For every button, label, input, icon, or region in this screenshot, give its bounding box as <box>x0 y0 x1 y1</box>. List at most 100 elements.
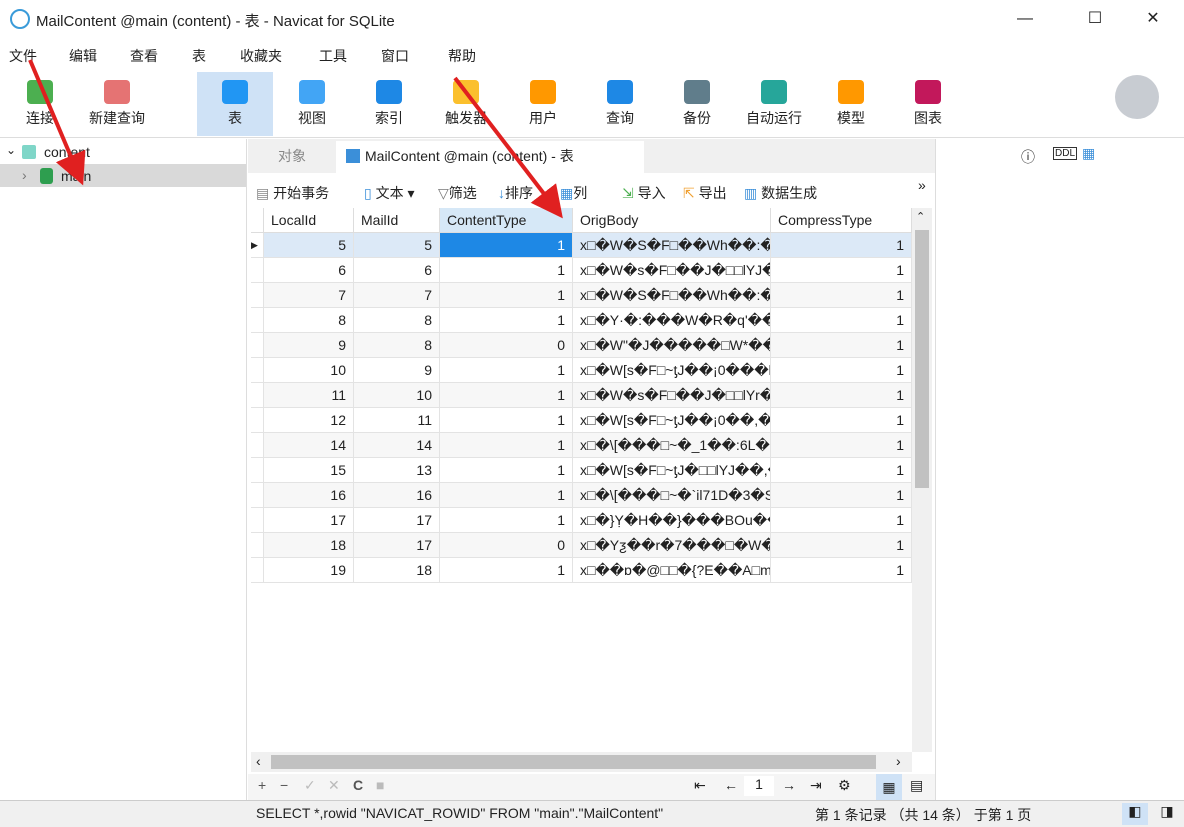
cell-localid[interactable]: 9 <box>264 333 354 358</box>
cell-origbody[interactable]: x□�\[���□~�`il71D�3�S�� <box>573 483 771 508</box>
prev-page-icon[interactable]: ← <box>724 777 738 793</box>
cell-compresstype[interactable]: 1 <box>771 408 912 433</box>
cell-compresstype[interactable]: 1 <box>771 308 912 333</box>
cell-contenttype[interactable]: 0 <box>440 333 573 358</box>
cell-origbody[interactable]: x□�W[s�F□~ƫJ��¡0���lJy <box>573 358 771 383</box>
vertical-scrollbar[interactable]: ⌃ <box>912 208 932 752</box>
toolbar-chart-button[interactable]: 图表 <box>890 72 966 136</box>
cell-mailid[interactable]: 8 <box>354 333 440 358</box>
cell-localid[interactable]: 6 <box>264 258 354 283</box>
row-indicator[interactable] <box>251 408 264 433</box>
row-indicator[interactable] <box>251 258 264 283</box>
cell-compresstype[interactable]: 1 <box>771 483 912 508</box>
cell-origbody[interactable]: x□�W�s�F□��J�□□lYr�□Y <box>573 383 771 408</box>
stop-button[interactable]: ■ <box>376 777 384 793</box>
scroll-right-icon[interactable]: › <box>896 753 901 769</box>
grid-view-icon[interactable]: ▦ <box>876 774 902 800</box>
form-view-icon[interactable]: ▤ <box>910 777 923 794</box>
column-header-localid[interactable]: LocalId <box>264 208 354 233</box>
row-indicator[interactable] <box>251 508 264 533</box>
toggle-left-pane-icon[interactable]: ◧ <box>1122 803 1148 825</box>
cell-localid[interactable]: 8 <box>264 308 354 333</box>
cell-compresstype[interactable]: 1 <box>771 458 912 483</box>
cell-mailid[interactable]: 17 <box>354 508 440 533</box>
menu-favorites[interactable]: 收藏夹 <box>240 46 282 66</box>
cell-compresstype[interactable]: 1 <box>771 358 912 383</box>
cell-localid[interactable]: 10 <box>264 358 354 383</box>
table-row[interactable]: 17171x□�}Ỵ�H��}���BOu���D�1 <box>251 508 912 533</box>
row-indicator[interactable] <box>251 533 264 558</box>
cell-contenttype[interactable]: 1 <box>440 358 573 383</box>
table-row[interactable]: ▶551x□�W�S�F□��Wh��:�Ė%�1 <box>251 233 912 258</box>
page-number-input[interactable]: 1 <box>744 776 774 796</box>
filter-button[interactable]: ▽筛选 <box>438 183 477 203</box>
cell-compresstype[interactable]: 1 <box>771 508 912 533</box>
cell-mailid[interactable]: 8 <box>354 308 440 333</box>
cell-mailid[interactable]: 5 <box>354 233 440 258</box>
table-row[interactable]: 11 10 1 x□�W�s�F□��J�□□lYr�□Y 1 <box>251 383 912 408</box>
refresh-button[interactable]: C <box>353 777 363 793</box>
row-indicator[interactable] <box>251 433 264 458</box>
toolbar-user-button[interactable]: 用户 <box>505 72 581 136</box>
cell-compresstype[interactable]: 1 <box>771 383 912 408</box>
tab-objects[interactable]: 对象 <box>268 141 316 173</box>
cell-localid[interactable]: 19 <box>264 558 354 583</box>
row-indicator[interactable] <box>251 308 264 333</box>
cell-origbody[interactable]: x□�W[s�F□~ƫJ��¡0��,�R� <box>573 408 771 433</box>
menu-view[interactable]: 查看 <box>130 46 158 66</box>
table-row[interactable]: 16161x□�\[���□~�`il71D�3�S��1 <box>251 483 912 508</box>
cell-contenttype[interactable]: 1 <box>440 408 573 433</box>
cell-contenttype[interactable]: 1 <box>440 433 573 458</box>
cell-origbody[interactable]: x□�W�s�F□��J�□□lYJ�8�l <box>573 258 771 283</box>
hscroll-thumb[interactable] <box>271 755 876 769</box>
table-row[interactable]: 980x□�W"�J�����□W*��J�L�1 <box>251 333 912 358</box>
begin-transaction-button[interactable]: ▤ 开始事务 <box>256 183 329 203</box>
tree-connection[interactable]: ⌄ content <box>0 141 246 163</box>
cell-origbody[interactable]: x□�}Ỵ�H��}���BOu���D� <box>573 508 771 533</box>
column-header-origbody[interactable]: OrigBody <box>573 208 771 233</box>
scroll-left-icon[interactable]: ‹ <box>256 753 261 769</box>
cell-contenttype[interactable]: 0 <box>440 533 573 558</box>
ddl-icon[interactable]: DDL <box>1053 147 1078 160</box>
cell-origbody[interactable]: x□�W�S�F□��Wh��:�Ė%� <box>573 283 771 308</box>
tab-mailcontent[interactable]: MailContent @main (content) - 表 <box>336 141 644 173</box>
scroll-thumb[interactable] <box>915 230 929 488</box>
export-button[interactable]: ⇱ 导出 <box>683 183 727 203</box>
cell-compresstype[interactable]: 1 <box>771 233 912 258</box>
last-page-icon[interactable]: ⇥ <box>810 777 822 794</box>
cell-compresstype[interactable]: 1 <box>771 533 912 558</box>
table-row[interactable]: 881x□�Y·�:���W�R�q'��~□21 <box>251 308 912 333</box>
cell-compresstype[interactable]: 1 <box>771 283 912 308</box>
cell-origbody[interactable]: x□�W"�J�����□W*��J�L� <box>573 333 771 358</box>
cell-mailid[interactable]: 14 <box>354 433 440 458</box>
table-row[interactable]: 771x□�W�S�F□��Wh��:�Ė%�1 <box>251 283 912 308</box>
cell-mailid[interactable]: 16 <box>354 483 440 508</box>
more-button[interactable]: » <box>918 177 926 193</box>
text-button[interactable]: ▯ 文本 ▾ <box>364 183 415 203</box>
add-record-button[interactable]: + <box>258 777 266 793</box>
toolbar-model-button[interactable]: 模型 <box>813 72 889 136</box>
cell-compresstype[interactable]: 1 <box>771 433 912 458</box>
cell-origbody[interactable]: x□�\[���□~�_1��:6L�C�� <box>573 433 771 458</box>
toolbar-trigger-button[interactable]: 触发器 <box>428 72 504 136</box>
cell-mailid[interactable]: 17 <box>354 533 440 558</box>
cell-compresstype[interactable]: 1 <box>771 258 912 283</box>
table-row[interactable]: 12111x□�W[s�F□~ƫJ��¡0��,�R�1 <box>251 408 912 433</box>
toolbar-view-button[interactable]: 视图 <box>274 72 350 136</box>
cell-localid[interactable]: 12 <box>264 408 354 433</box>
toolbar-backup-button[interactable]: 备份 <box>659 72 735 136</box>
column-header-contenttype[interactable]: ContentType <box>440 208 573 233</box>
cell-origbody[interactable]: x□��ɒ�@□□�{?E��A□mZ; <box>573 558 771 583</box>
table-row[interactable]: 18170x□�Yƺ��r�7���□�W��-��1 <box>251 533 912 558</box>
import-button[interactable]: ⇲ 导入 <box>622 183 666 203</box>
cell-origbody[interactable]: x□�W[s�F□~ƫJ�□□lYJ��,� <box>573 458 771 483</box>
cell-contenttype[interactable]: 1 <box>440 383 573 408</box>
cell-contenttype[interactable]: 1 <box>440 483 573 508</box>
cell-mailid[interactable]: 10 <box>354 383 440 408</box>
toolbar-new-query-button[interactable]: 新建查询 <box>79 72 155 136</box>
cell-localid[interactable]: 11 <box>264 383 354 408</box>
column-header-compresstype[interactable]: CompressType <box>771 208 912 233</box>
table-row[interactable]: 14141x□�\[���□~�_1��:6L�C��1 <box>251 433 912 458</box>
cell-localid[interactable]: 18 <box>264 533 354 558</box>
apply-button[interactable]: ✓ <box>304 777 316 794</box>
